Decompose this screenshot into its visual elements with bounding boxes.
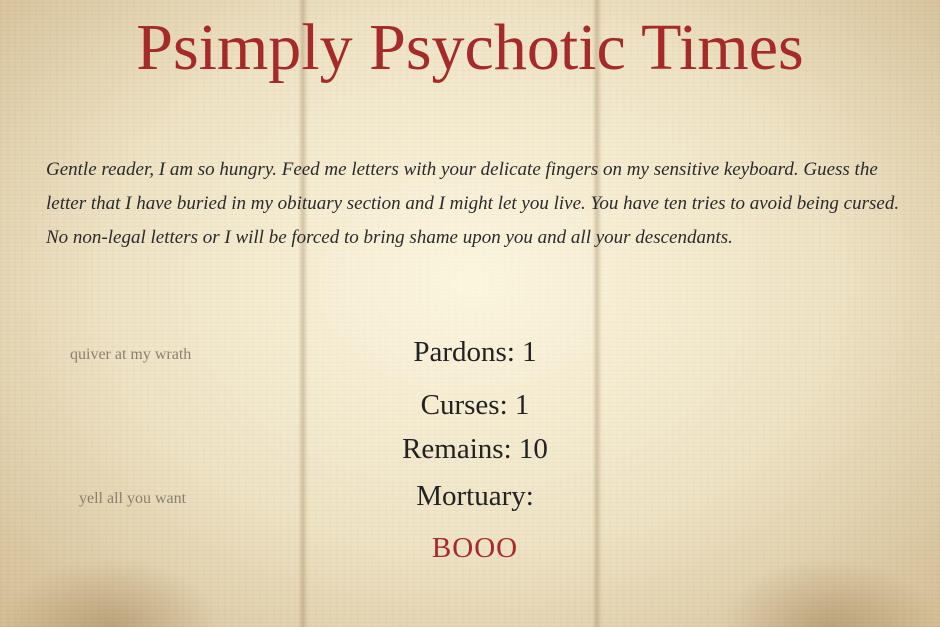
mortuary-word: BOOO — [431, 532, 519, 564]
paper-fold-left — [298, 0, 308, 627]
intro-text: Gentle reader, I am so hungry. Feed me l… — [46, 159, 900, 248]
page-title: Psimply Psychotic Times — [136, 11, 804, 84]
paper-stain-right — [720, 557, 940, 627]
mortuary-label: Mortuary: — [416, 480, 534, 512]
yell-note: yell all you want — [79, 490, 187, 507]
paper-stain-left — [0, 557, 220, 627]
wrath-note: quiver at my wrath — [70, 346, 192, 363]
pardons-count: Pardons: 1 — [413, 336, 537, 368]
curses-count: Curses: 1 — [420, 389, 530, 421]
remains-count: Remains: 10 — [402, 433, 548, 465]
